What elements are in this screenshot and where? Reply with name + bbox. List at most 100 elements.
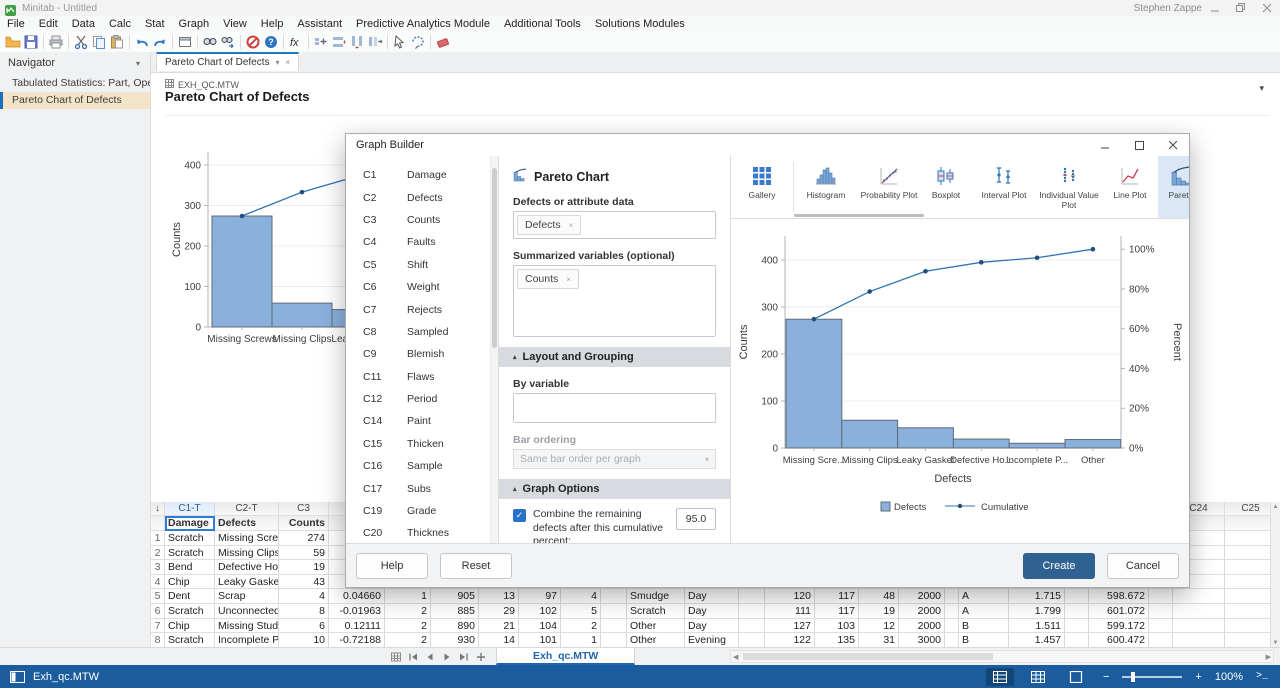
worksheet-cell[interactable]: 21 <box>479 619 519 634</box>
worksheet-cell[interactable] <box>1065 633 1089 648</box>
worksheet-cell[interactable] <box>1225 619 1271 634</box>
worksheet-cell[interactable]: 10 <box>279 633 329 648</box>
gallery-item-probability-plot[interactable]: Probability Plot <box>858 156 920 218</box>
worksheet-cell[interactable] <box>601 633 627 648</box>
worksheet-cell[interactable]: 274 <box>279 531 329 546</box>
worksheet-cell[interactable]: Other <box>627 619 685 634</box>
stop-icon[interactable] <box>244 33 262 50</box>
worksheet-cell[interactable]: 19 <box>859 604 899 619</box>
worksheet-cell[interactable]: 1.457 <box>1009 633 1065 648</box>
worksheet-cell[interactable]: -0.01963 <box>329 604 385 619</box>
scroll-down-icon[interactable]: ▼ <box>1273 640 1279 646</box>
worksheet-cell[interactable]: Chip <box>165 619 215 634</box>
worksheet-cell[interactable]: 890 <box>431 619 479 634</box>
worksheet-cell[interactable] <box>1225 604 1271 619</box>
gallery-item-interval-plot[interactable]: Interval Plot <box>972 156 1036 218</box>
worksheet-cell[interactable]: B <box>959 619 1009 634</box>
worksheet-cell[interactable]: Scratch <box>627 604 685 619</box>
worksheet-cell[interactable]: 14 <box>479 633 519 648</box>
defects-field[interactable]: Defects × <box>513 211 716 239</box>
row-number[interactable]: 7 <box>151 619 165 634</box>
grid-view-icon[interactable] <box>1024 668 1052 686</box>
menu-graph[interactable]: Graph <box>172 18 217 30</box>
worksheet-cell[interactable]: Incomplete Part <box>215 633 279 648</box>
scrollbar-thumb[interactable] <box>743 653 993 660</box>
find-icon[interactable] <box>201 33 219 50</box>
column-item-c20[interactable]: C20Thicknes <box>346 522 498 543</box>
worksheet-view-icon[interactable] <box>986 668 1014 686</box>
worksheet-cell[interactable]: Day <box>685 604 739 619</box>
column-item-c14[interactable]: C14Paint <box>346 410 498 432</box>
reset-button[interactable]: Reset <box>440 553 512 579</box>
find-next-icon[interactable] <box>219 33 237 50</box>
column-item-c12[interactable]: C12Period <box>346 388 498 410</box>
worksheet-cell[interactable]: 135 <box>815 633 859 648</box>
redo-icon[interactable] <box>151 33 169 50</box>
column-list-scrollbar[interactable] <box>490 156 498 543</box>
navigator-item-tabulated-statistics-part-operator[interactable]: Tabulated Statistics: Part, Operator <box>0 75 150 92</box>
worksheet-cell[interactable]: Scratch <box>165 531 215 546</box>
zoom-level[interactable]: 100% <box>1215 671 1243 683</box>
column-item-c8[interactable]: C8Sampled <box>346 321 498 343</box>
next-worksheet-icon[interactable] <box>439 650 454 663</box>
column-item-c11[interactable]: C11Flaws <box>346 366 498 388</box>
worksheet-cell[interactable]: Scratch <box>165 604 215 619</box>
worksheet-cell[interactable]: 2000 <box>899 619 945 634</box>
last-worksheet-icon[interactable] <box>456 650 471 663</box>
scroll-left-icon[interactable]: ◀ <box>733 653 738 661</box>
worksheet-cell[interactable]: Other <box>627 633 685 648</box>
bar-ordering-select[interactable]: Same bar order per graph ▾ <box>513 449 716 469</box>
worksheet-cell[interactable]: B <box>959 633 1009 648</box>
worksheet-cell[interactable]: 0.12111 <box>329 619 385 634</box>
worksheet-cell[interactable] <box>1173 619 1225 634</box>
worksheet-cell[interactable]: 2 <box>385 619 431 634</box>
worksheet-cell[interactable]: 43 <box>279 575 329 590</box>
worksheet-cell[interactable]: 0.04660 <box>329 589 385 604</box>
worksheet-cell[interactable]: Leaky Gasket <box>215 575 279 590</box>
tab-dropdown-icon[interactable]: ▾ <box>276 58 280 67</box>
menu-view[interactable]: View <box>216 18 254 30</box>
minimize-icon[interactable] <box>1202 1 1228 15</box>
column-item-c4[interactable]: C4Faults <box>346 231 498 253</box>
restore-icon[interactable] <box>1228 1 1254 15</box>
worksheet-cell[interactable]: Defective Housi <box>215 560 279 575</box>
worksheet-cell[interactable]: Unconnected Wir <box>215 604 279 619</box>
row-number[interactable]: 3 <box>151 560 165 575</box>
copy-icon[interactable] <box>90 33 108 50</box>
worksheet-cell[interactable]: 1 <box>561 633 601 648</box>
worksheet-cell[interactable] <box>601 589 627 604</box>
worksheet-cell[interactable]: 2000 <box>899 589 945 604</box>
menu-additional-tools[interactable]: Additional Tools <box>497 18 588 30</box>
column-item-c17[interactable]: C17Subs <box>346 477 498 499</box>
worksheet-cell[interactable] <box>1225 589 1271 604</box>
insert-rows-icon[interactable] <box>330 33 348 50</box>
column-item-c5[interactable]: C5Shift <box>346 254 498 276</box>
close-icon[interactable] <box>1254 1 1280 15</box>
worksheet-cell[interactable] <box>601 619 627 634</box>
worksheet-cell[interactable]: 117 <box>815 604 859 619</box>
zoom-out-icon[interactable]: − <box>1103 671 1109 683</box>
scroll-right-icon[interactable]: ▶ <box>1266 653 1271 661</box>
menu-file[interactable]: File <box>0 18 32 30</box>
worksheet-cell[interactable]: 101 <box>519 633 561 648</box>
command-line-icon[interactable]: >_ <box>1256 671 1268 682</box>
worksheet-cell[interactable]: -0.72188 <box>329 633 385 648</box>
by-variable-field[interactable] <box>513 393 716 423</box>
worksheet-cell[interactable]: Missing Studs <box>215 619 279 634</box>
add-worksheet-icon[interactable] <box>473 650 488 663</box>
worksheet-cell[interactable]: 600.472 <box>1089 633 1149 648</box>
worksheet-tab[interactable]: Exh_qc.MTW <box>496 648 635 665</box>
worksheet-cell[interactable]: Bend <box>165 560 215 575</box>
worksheet-horizontal-scrollbar[interactable]: ◀ ▶ <box>730 650 1274 663</box>
insert-columns-icon[interactable] <box>348 33 366 50</box>
worksheet-cell[interactable] <box>1065 589 1089 604</box>
column-name-c25[interactable] <box>1225 516 1271 531</box>
save-icon[interactable] <box>22 33 40 50</box>
column-name-c1-t[interactable]: Damage <box>165 516 215 531</box>
worksheet-cell[interactable] <box>945 604 959 619</box>
paste-icon[interactable] <box>108 33 126 50</box>
worksheet-cell[interactable]: 4 <box>561 589 601 604</box>
open-icon[interactable] <box>4 33 22 50</box>
gallery-scrollbar-thumb[interactable] <box>794 214 924 217</box>
column-header-c2-t[interactable]: C2-T <box>215 502 279 516</box>
